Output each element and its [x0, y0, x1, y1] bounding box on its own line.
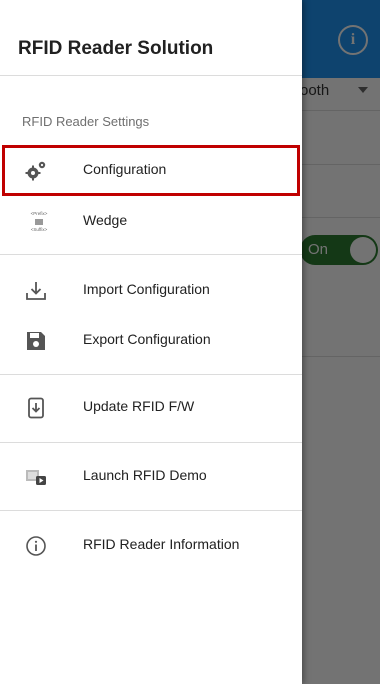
menu-item-update-firmware[interactable]: Update RFID F/W [0, 384, 302, 432]
demo-icon [26, 470, 46, 485]
menu-item-label: RFID Reader Information [83, 536, 240, 552]
section-label: RFID Reader Settings [22, 114, 150, 129]
svg-text:<Suffix>: <Suffix> [31, 227, 48, 232]
menu-item-reader-information[interactable]: RFID Reader Information [0, 522, 302, 570]
info-icon [26, 536, 46, 556]
menu-item-label: Export Configuration [83, 331, 211, 347]
navigation-drawer: RFID Reader Solution RFID Reader Setting… [0, 0, 302, 684]
menu-item-import-configuration[interactable]: Import Configuration [0, 267, 302, 315]
menu-item-label: Launch RFID Demo [83, 467, 207, 483]
menu-item-label: Wedge [83, 212, 128, 228]
prefix-suffix-icon: <Prefix> <Suffix> [31, 211, 48, 232]
selection-highlight [2, 145, 300, 196]
menu-item-launch-demo[interactable]: Launch RFID Demo [0, 453, 302, 501]
divider [0, 510, 302, 511]
divider [0, 374, 302, 375]
divider [0, 75, 302, 76]
divider [0, 442, 302, 443]
firmware-update-icon [28, 397, 44, 419]
download-tray-icon [26, 282, 46, 300]
divider [0, 254, 302, 255]
menu-item-label: Update RFID F/W [83, 398, 195, 414]
drawer-title: RFID Reader Solution [18, 38, 214, 59]
menu-item-wedge[interactable]: <Prefix> <Suffix> Wedge [0, 198, 302, 246]
menu-item-export-configuration[interactable]: Export Configuration [0, 317, 302, 365]
save-icon [27, 332, 45, 350]
menu-item-label: Import Configuration [83, 281, 210, 297]
svg-text:<Prefix>: <Prefix> [31, 211, 48, 216]
